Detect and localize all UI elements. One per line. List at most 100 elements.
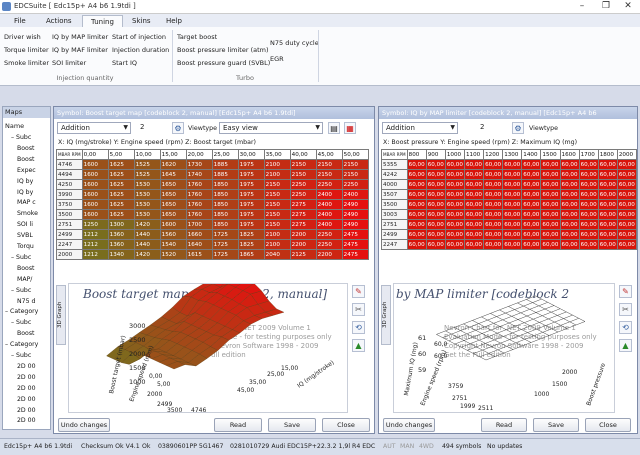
table-cell[interactable]: 60,00 — [425, 159, 446, 170]
table-cell[interactable]: 1600 — [81, 199, 109, 210]
tree-item[interactable]: 2D 00 — [17, 396, 36, 403]
table-cell[interactable]: 1625 — [107, 209, 135, 220]
table-cell[interactable]: 60,00 — [616, 229, 637, 240]
tab-file[interactable]: File — [6, 15, 34, 27]
table-cell[interactable]: 1530 — [133, 209, 161, 220]
operation-select[interactable]: Addition ▼ — [382, 122, 458, 134]
tree-item[interactable]: 2D 00 — [17, 374, 36, 381]
tree-subcategory[interactable]: – Subc — [11, 287, 31, 294]
symbol-tree[interactable]: – Subc Boost Boost Expec IQ by IQ by MAP c Smok… — [3, 134, 50, 429]
table-cell[interactable]: 60,00 — [483, 179, 504, 190]
surface-chart[interactable]: by MAP limiter [codeblock 2 Nevron Chart… — [393, 283, 615, 413]
table-cell[interactable]: 60,00 — [425, 199, 446, 210]
table-cell[interactable]: 60,00 — [444, 229, 465, 240]
chart-icon[interactable]: ▦ — [344, 122, 356, 134]
tree-item[interactable]: Boost — [17, 156, 34, 163]
table-cell[interactable]: 60,00 — [406, 169, 427, 180]
table-cell[interactable]: 2250 — [315, 229, 343, 240]
table-cell[interactable]: 60,00 — [521, 179, 542, 190]
pen-icon[interactable]: ✎ — [352, 285, 365, 298]
table-cell[interactable]: 60,00 — [502, 159, 523, 170]
table-cell[interactable]: 60,00 — [425, 219, 446, 230]
table-cell[interactable]: 60,00 — [559, 219, 580, 230]
tree-item[interactable]: IQ by — [17, 189, 33, 196]
table-cell[interactable]: 1520 — [159, 249, 187, 260]
tree-item[interactable]: IQ by — [17, 178, 33, 185]
table-cell[interactable]: 1725 — [211, 229, 239, 240]
tree-subcategory[interactable]: – Subc — [11, 319, 31, 326]
start-of-injection-button[interactable]: Start of injection — [112, 33, 166, 41]
table-cell[interactable]: 60,00 — [444, 189, 465, 200]
table-cell[interactable]: 2250 — [289, 179, 317, 190]
table-cell[interactable]: 1975 — [237, 179, 265, 190]
table-cell[interactable]: 1525 — [133, 169, 161, 180]
table-cell[interactable]: 2250 — [289, 189, 317, 200]
tree-item[interactable]: 2D 00 — [17, 417, 36, 424]
table-cell[interactable]: 60,00 — [540, 159, 561, 170]
table-cell[interactable]: 60,00 — [483, 159, 504, 170]
table-cell[interactable]: 60,00 — [578, 189, 599, 200]
table-cell[interactable]: 60,00 — [463, 219, 485, 230]
table-cell[interactable]: 60,00 — [578, 239, 599, 250]
table-cell[interactable]: 2250 — [315, 239, 343, 250]
table-cell[interactable]: 1975 — [237, 169, 265, 180]
table-cell[interactable]: 60,00 — [444, 239, 465, 250]
table-cell[interactable]: 60,00 — [463, 159, 485, 170]
table-cell[interactable]: 1420 — [133, 219, 161, 230]
table-cell[interactable]: 60,00 — [578, 179, 599, 190]
table-cell[interactable]: 1530 — [133, 199, 161, 210]
tree-item[interactable]: SVBL — [17, 232, 33, 239]
table-cell[interactable]: 1650 — [159, 209, 187, 220]
table-cell[interactable]: 1760 — [185, 189, 213, 200]
table-cell[interactable]: 2200 — [289, 229, 317, 240]
table-cell[interactable]: 1640 — [185, 239, 213, 250]
table-cell[interactable]: 60,00 — [559, 179, 580, 190]
viewtype-select[interactable]: Easy view ▼ — [219, 122, 323, 134]
table-cell[interactable]: 60,00 — [578, 159, 599, 170]
table-cell[interactable]: 60,00 — [406, 219, 427, 230]
table-cell[interactable]: 60,00 — [597, 239, 618, 250]
table-cell[interactable]: 1530 — [133, 179, 161, 190]
table-cell[interactable]: 2400 — [315, 199, 343, 210]
table-cell[interactable]: 2150 — [263, 199, 291, 210]
boost-guard-button[interactable]: Boost pressure guard (SVBL) — [177, 59, 270, 67]
table-cell[interactable]: 60,00 — [540, 209, 561, 220]
table-cell[interactable]: 1660 — [185, 229, 213, 240]
table-cell[interactable]: 2490 — [341, 219, 369, 230]
table-cell[interactable]: 2150 — [289, 169, 317, 180]
table-cell[interactable]: 60,00 — [483, 219, 504, 230]
table-cell[interactable]: 2150 — [263, 189, 291, 200]
table-cell[interactable]: 1650 — [159, 179, 187, 190]
table-cell[interactable]: 2200 — [315, 249, 343, 260]
table-cell[interactable]: 1360 — [107, 239, 135, 250]
target-boost-button[interactable]: Target boost — [177, 33, 217, 41]
table-cell[interactable]: 1975 — [237, 209, 265, 220]
table-cell[interactable]: 2150 — [263, 209, 291, 220]
table-cell[interactable]: 2475 — [341, 229, 369, 240]
driver-wish-button[interactable]: Driver wish — [4, 33, 41, 41]
table-cell[interactable]: 60,00 — [425, 189, 446, 200]
tree-item[interactable]: SOI li — [17, 221, 33, 228]
table-cell[interactable]: 60,00 — [406, 229, 427, 240]
table-cell[interactable]: 60,00 — [540, 199, 561, 210]
tree-item[interactable]: Boost — [17, 330, 34, 337]
table-cell[interactable]: 1212 — [81, 229, 109, 240]
smoke-limiter-button[interactable]: Smoke limiter — [4, 59, 49, 67]
amount-input[interactable]: 2 — [477, 122, 507, 134]
tree-item[interactable]: Boost — [17, 265, 34, 272]
table-cell[interactable]: 60,00 — [502, 199, 523, 210]
table-cell[interactable]: 60,00 — [578, 229, 599, 240]
undo-changes-button[interactable]: Undo changes — [383, 418, 435, 432]
table-cell[interactable]: 60,00 — [502, 229, 523, 240]
table-cell[interactable]: 2400 — [315, 189, 343, 200]
table-cell[interactable]: 1885 — [211, 159, 239, 170]
table-cell[interactable]: 60,00 — [616, 159, 637, 170]
table-cell[interactable]: 1625 — [107, 189, 135, 200]
table-cell[interactable]: 1615 — [185, 249, 213, 260]
surface-chart[interactable]: Boost target map [codeblock 2, manual] N… — [68, 283, 348, 414]
close-icon[interactable]: ✕ — [618, 1, 638, 11]
table-cell[interactable]: 60,00 — [444, 179, 465, 190]
table-cell[interactable]: 2275 — [289, 209, 317, 220]
table-cell[interactable]: 1625 — [107, 199, 135, 210]
table-cell[interactable]: 60,00 — [540, 219, 561, 230]
